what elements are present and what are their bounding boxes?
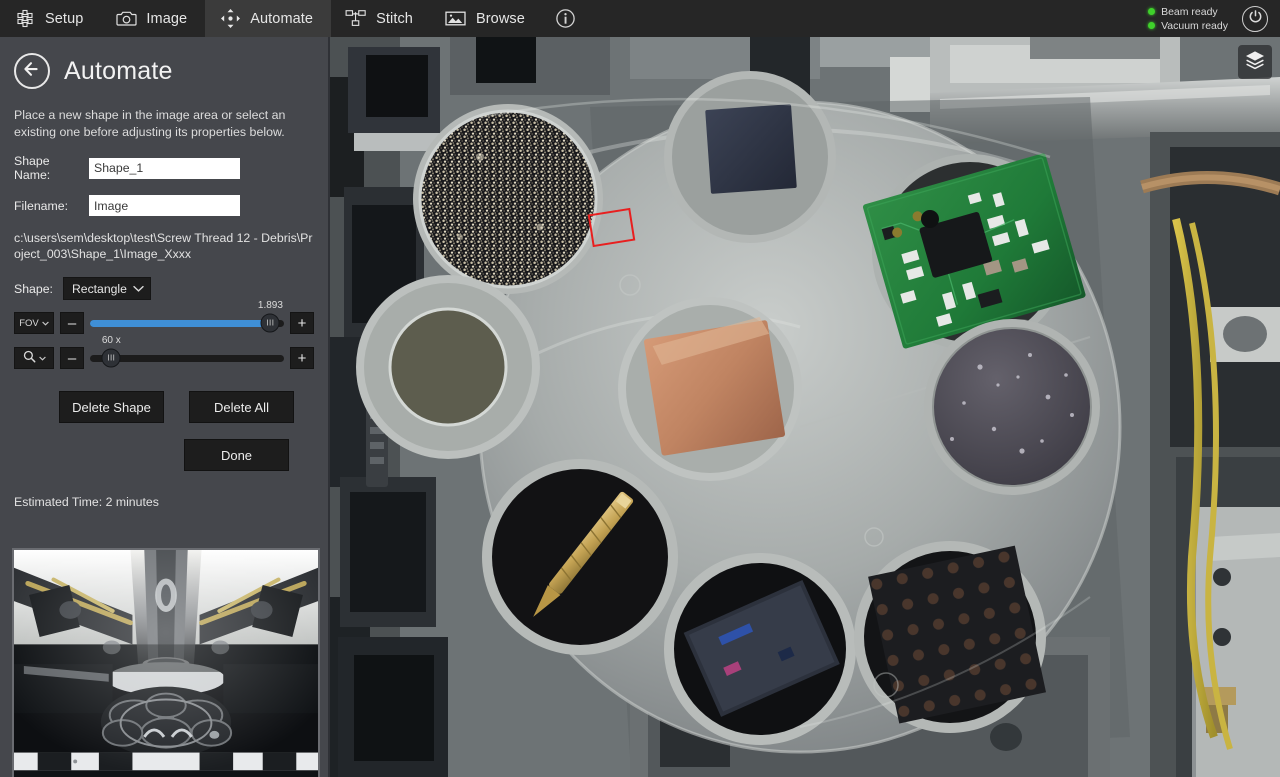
magnification-slider-handle[interactable]: III [102, 349, 121, 368]
tab-automate-label: Automate [250, 11, 313, 27]
delete-shape-button[interactable]: Delete Shape [59, 391, 164, 423]
shape-name-row: Shape Name: [0, 154, 328, 182]
grid-dots-icon [14, 8, 36, 30]
power-icon [1248, 9, 1263, 29]
status-indicators: Beam ready Vacuum ready [1148, 6, 1228, 32]
chevron-down-small-icon [39, 353, 46, 364]
shape-select-row: Shape: Rectangle [0, 277, 328, 300]
picture-icon [445, 8, 467, 30]
move-arrows-icon [219, 8, 241, 30]
tab-browse[interactable]: Browse [431, 0, 543, 37]
info-icon [555, 8, 577, 30]
magnification-slider-block: – 60 x III + [0, 346, 328, 370]
beam-ready-dot-icon [1148, 8, 1155, 15]
fov-increase-button[interactable]: + [290, 312, 314, 334]
status-area: Beam ready Vacuum ready [1148, 0, 1280, 37]
arrow-left-icon [22, 61, 42, 82]
fov-slider-handle[interactable]: III [261, 314, 280, 333]
status-beam-ready: Beam ready [1148, 6, 1228, 18]
magnification-increase-button[interactable]: + [290, 347, 314, 369]
magnification-slider-row: – 60 x III + [14, 346, 314, 370]
vacuum-ready-label: Vacuum ready [1161, 20, 1228, 32]
done-button[interactable]: Done [184, 439, 289, 471]
magnification-mode-dropdown[interactable] [14, 347, 54, 369]
magnifier-icon [23, 350, 36, 366]
tab-automate[interactable]: Automate [205, 0, 331, 37]
magnification-decrease-button[interactable]: – [60, 347, 84, 369]
vacuum-ready-dot-icon [1148, 22, 1155, 29]
shape-name-input[interactable] [89, 158, 240, 179]
image-viewport[interactable] [330, 37, 1280, 777]
page-title: Automate [64, 57, 173, 86]
fov-slider-row: FOV – 1.893 III + [14, 311, 314, 335]
tab-image-label: Image [146, 11, 187, 27]
chevron-down-small-icon [42, 318, 49, 329]
action-buttons: Delete Shape Delete All Done [0, 391, 328, 471]
fov-slider-block: FOV – 1.893 III + [0, 311, 328, 335]
layers-button[interactable] [1238, 45, 1272, 79]
shape-type-value: Rectangle [72, 282, 127, 296]
filename-row: Filename: [0, 195, 328, 216]
status-vacuum-ready: Vacuum ready [1148, 20, 1228, 32]
panel-header: Automate [0, 37, 328, 101]
tab-image[interactable]: Image [101, 0, 205, 37]
filename-input[interactable] [89, 195, 240, 216]
main-body: Automate Place a new shape in the image … [0, 37, 1280, 777]
top-navigation-bar: Setup Image Automate [0, 0, 1280, 37]
delete-buttons-row: Delete Shape Delete All [14, 391, 314, 423]
shape-type-dropdown[interactable]: Rectangle [63, 277, 151, 300]
shape-label: Shape: [14, 282, 53, 296]
output-path-text: c:\users\sem\desktop\test\Screw Thread 1… [0, 216, 328, 262]
tab-browse-label: Browse [476, 11, 525, 27]
tab-setup-label: Setup [45, 11, 83, 27]
filename-label: Filename: [14, 199, 89, 213]
tab-stitch[interactable]: Stitch [331, 0, 431, 37]
fov-slider-value: 1.893 [258, 300, 283, 311]
delete-all-button[interactable]: Delete All [189, 391, 294, 423]
tab-setup[interactable]: Setup [0, 0, 101, 37]
fov-slider-fill [90, 320, 270, 327]
camera-icon [115, 8, 137, 30]
beam-ready-label: Beam ready [1161, 6, 1218, 18]
automate-panel: Automate Place a new shape in the image … [0, 37, 330, 777]
estimated-time-label: Estimated Time: 2 minutes [0, 495, 328, 509]
stage-camera-image [330, 37, 1280, 777]
back-button[interactable] [14, 53, 50, 89]
stitch-icon [345, 8, 367, 30]
chamber-camera-image [14, 550, 318, 777]
tab-info[interactable] [543, 0, 589, 37]
shape-name-label: Shape Name: [14, 154, 89, 182]
fov-unit-dropdown[interactable]: FOV [14, 312, 54, 334]
done-button-row: Done [14, 439, 314, 471]
chevron-down-icon [133, 282, 144, 296]
layers-icon [1244, 49, 1266, 76]
fov-slider-track-wrap[interactable]: 1.893 III [90, 311, 284, 335]
fov-unit-label: FOV [19, 318, 39, 329]
fov-slider-track[interactable] [90, 320, 284, 327]
power-button[interactable] [1242, 6, 1268, 32]
panel-hint-text: Place a new shape in the image area or s… [0, 101, 328, 141]
fov-decrease-button[interactable]: – [60, 312, 84, 334]
application-window: Setup Image Automate [0, 0, 1280, 777]
chamber-camera-preview[interactable] [12, 548, 320, 777]
magnification-slider-track-wrap[interactable]: 60 x III [90, 346, 284, 370]
chamber-preview-wrap [0, 536, 328, 777]
tab-stitch-label: Stitch [376, 11, 413, 27]
magnification-slider-value: 60 x [102, 335, 121, 346]
